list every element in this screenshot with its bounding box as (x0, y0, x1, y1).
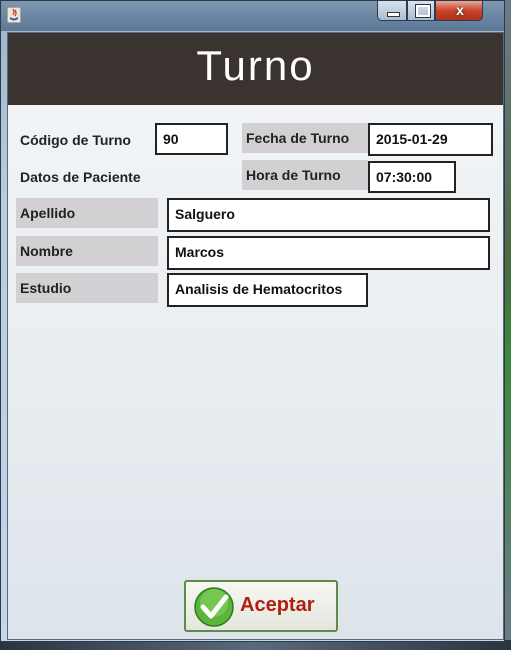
page-title: Turno (196, 42, 315, 89)
maximize-button[interactable] (407, 1, 435, 21)
fecha-turno-label: Fecha de Turno (242, 123, 368, 153)
codigo-turno-field[interactable]: 90 (155, 123, 228, 155)
estudio-label: Estudio (16, 273, 158, 303)
codigo-turno-label: Código de Turno (20, 132, 131, 148)
estudio-field[interactable]: Analisis de Hematocritos (167, 273, 368, 307)
header-banner: Turno (8, 33, 503, 105)
hora-turno-label: Hora de Turno (242, 160, 368, 190)
hora-turno-field[interactable]: 07:30:00 (368, 161, 456, 193)
content-panel: Turno Código de Turno 90 Fecha de Turno … (7, 32, 504, 640)
title-bar[interactable]: x (1, 1, 504, 31)
aceptar-label: Aceptar (240, 594, 315, 616)
datos-paciente-label: Datos de Paciente (20, 169, 141, 185)
turno-window: x Turno Código de Turno 90 Fecha de Turn… (0, 0, 505, 642)
nombre-field[interactable]: Marcos (167, 236, 490, 270)
close-button[interactable]: x (435, 1, 483, 21)
apellido-label: Apellido (16, 198, 158, 228)
nombre-label: Nombre (16, 236, 158, 266)
close-icon: x (456, 2, 464, 18)
apellido-field[interactable]: Salguero (167, 198, 490, 232)
fecha-turno-field[interactable]: 2015-01-29 (368, 123, 493, 156)
minimize-button[interactable] (377, 1, 407, 21)
check-icon (194, 587, 234, 627)
java-icon[interactable] (7, 7, 21, 23)
aceptar-button[interactable]: Aceptar (184, 580, 338, 632)
